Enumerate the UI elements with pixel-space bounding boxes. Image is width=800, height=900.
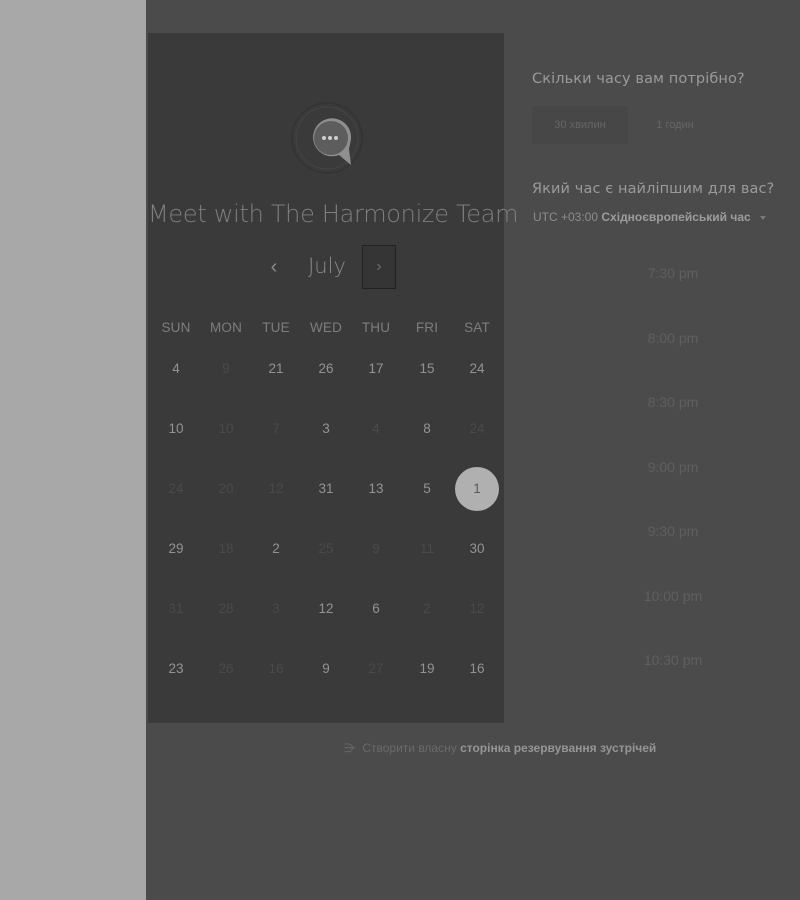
calendar-day: 24 (469, 421, 485, 436)
calendar-day: 4 (372, 421, 380, 436)
timezone-name: Східноєвропейський час (601, 210, 751, 224)
weekday-label: SAT (464, 320, 490, 335)
calendar-day[interactable]: 13 (354, 467, 398, 511)
weekday-label: THU (361, 320, 391, 335)
calendar-day[interactable]: 16 (455, 647, 499, 691)
calendar-day[interactable]: 24 (455, 347, 499, 391)
next-month-button[interactable]: › (362, 245, 396, 289)
calendar-day[interactable]: 30 (455, 527, 499, 571)
weekday-label: WED (309, 320, 343, 335)
time-slot-button[interactable]: 10:30 pm (612, 643, 734, 677)
calendar-day[interactable]: 10 (154, 407, 198, 451)
calendar-day: 18 (218, 541, 234, 556)
weekday-label: TUE (262, 320, 290, 335)
time-question: Який час є найліпшим для вас? (532, 181, 775, 197)
prev-month-button[interactable]: ‹ (262, 252, 286, 282)
chevron-left-icon: ‹ (270, 256, 278, 278)
calendar-day: 27 (368, 661, 384, 676)
calendar-day: 31 (168, 601, 184, 616)
calendar-day[interactable]: 21 (254, 347, 298, 391)
calendar-day[interactable]: 15 (405, 347, 449, 391)
month-label: July (308, 254, 346, 278)
calendar-day: 9 (222, 361, 230, 376)
calendar-day: 9 (372, 541, 380, 556)
chevron-right-icon: › (376, 258, 382, 275)
weekday-label: FRI (415, 320, 439, 335)
time-slot-button[interactable]: 9:00 pm (612, 450, 734, 484)
calendar-day[interactable]: 23 (154, 647, 198, 691)
calendar-day: 20 (218, 481, 234, 496)
calendar-day: 11 (419, 541, 434, 556)
calendar-day: 7 (272, 421, 280, 436)
calendar-day[interactable]: 8 (405, 407, 449, 451)
calendar-day[interactable]: 17 (354, 347, 398, 391)
calendar-day: 25 (318, 541, 334, 556)
caret-down-icon (760, 215, 767, 220)
time-slot-button[interactable]: 7:30 pm (612, 256, 734, 290)
footer-promo[interactable]: ⋺ Створити власну сторінка резервування … (344, 741, 656, 755)
duration-option-1h[interactable]: 1 годин (630, 106, 720, 144)
meeting-title: Meet with The Harmonize Team (148, 200, 519, 228)
calendar-day: 24 (168, 481, 184, 496)
calendar-day[interactable]: 2 (254, 527, 298, 571)
calendar-day: 26 (218, 661, 234, 676)
time-slot-button[interactable]: 10:00 pm (612, 579, 734, 613)
duration-question: Скільки часу вам потрібно? (532, 71, 745, 87)
calendar-day[interactable]: 6 (354, 587, 398, 631)
calendar-day[interactable]: 19 (405, 647, 449, 691)
calendar-day: 28 (218, 601, 234, 616)
time-slot-button[interactable]: 9:30 pm (612, 514, 734, 548)
brand-mark-icon: ⋺ (344, 741, 356, 755)
calendar-day: 12 (268, 481, 284, 496)
calendar-day: 12 (469, 601, 485, 616)
weekday-label: MON (209, 320, 243, 335)
footer-link[interactable]: сторінка резервування зустрічей (460, 741, 656, 755)
calendar-day: 2 (423, 601, 431, 616)
time-slot-button[interactable]: 8:00 pm (612, 321, 734, 355)
chat-bubble-logo-icon (291, 102, 363, 174)
calendar-day[interactable]: 4 (154, 347, 198, 391)
left-gutter (0, 0, 146, 900)
calendar-day: 10 (218, 421, 234, 436)
duration-option-30min[interactable]: 30 хвилин (532, 106, 628, 144)
timezone-selector[interactable]: UTC +03:00 Східноєвропейський час (533, 210, 767, 224)
calendar-day: 16 (268, 661, 284, 676)
weekday-label: SUN (161, 320, 191, 335)
calendar-day[interactable]: 5 (405, 467, 449, 511)
timezone-offset: UTC +03:00 (533, 210, 599, 224)
time-slot-button[interactable]: 8:30 pm (612, 385, 734, 419)
calendar-day[interactable]: 9 (304, 647, 348, 691)
calendar-day[interactable]: 29 (154, 527, 198, 571)
footer-prefix: Створити власну (362, 741, 457, 755)
calendar-day[interactable]: 3 (304, 407, 348, 451)
calendar-day[interactable]: 26 (304, 347, 348, 391)
calendar-day[interactable]: 31 (304, 467, 348, 511)
calendar-day[interactable]: 12 (304, 587, 348, 631)
calendar-day: 3 (272, 601, 280, 616)
calendar-day-selected[interactable]: 1 (455, 467, 499, 511)
